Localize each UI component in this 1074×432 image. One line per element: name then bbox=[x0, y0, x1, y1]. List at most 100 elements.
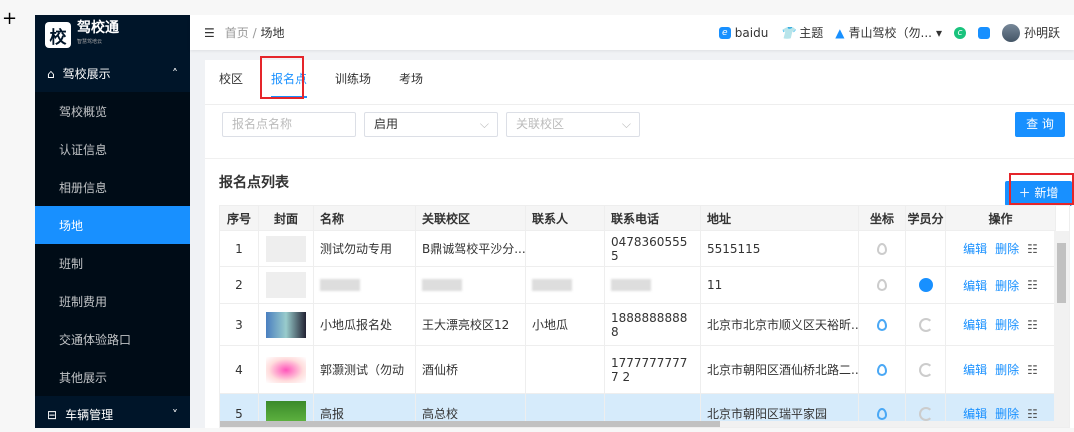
cell-campus: 酒仙桥 bbox=[416, 346, 526, 393]
cell-text: 11 bbox=[707, 278, 723, 292]
logo-name: 驾校通 bbox=[77, 20, 119, 36]
shield-icon[interactable]: c bbox=[953, 26, 966, 39]
app-window: 校 驾校通 智慧驾培云 ⌂ 驾校展示 ˄ 驾校概览 认证信息 相册信息 场地 班制 班… bbox=[35, 15, 1074, 428]
campus-select[interactable]: 关联校区 ⌵ bbox=[506, 112, 640, 137]
user-menu[interactable]: 孙明跃 bbox=[1001, 23, 1060, 42]
location-pin-icon[interactable] bbox=[877, 318, 887, 331]
cell-cover bbox=[259, 267, 314, 303]
edit-link[interactable]: 编辑 bbox=[963, 316, 987, 333]
cell-campus: 王大漂亮校区12 bbox=[416, 304, 526, 345]
table-row[interactable]: 3 小地瓜报名处 王大漂亮校区12 小地瓜 18888888888 北京市北京市顺义区天裕… bbox=[220, 304, 1056, 346]
location-pin-icon[interactable] bbox=[877, 242, 887, 255]
status-value: 启用 bbox=[374, 117, 399, 131]
cell-text: 郭灏测试（勿动 bbox=[320, 363, 405, 377]
cell-text: 高报 bbox=[320, 407, 345, 421]
menu-fold-icon[interactable]: ☰ bbox=[204, 26, 215, 40]
school-name: 青山驾校（勿... bbox=[848, 26, 932, 40]
sidebar-item-class-fee[interactable]: 班制费用 bbox=[35, 282, 190, 320]
shirt-icon: 👕 bbox=[780, 25, 796, 40]
menu-group-school-display[interactable]: ⌂ 驾校展示 ˄ bbox=[35, 55, 190, 92]
edit-link[interactable]: 编辑 bbox=[963, 361, 987, 378]
column-header-coord: 坐标 bbox=[859, 206, 906, 230]
qrcode-icon[interactable]: ☷ bbox=[1027, 318, 1038, 332]
breadcrumb-home[interactable]: 首页 bbox=[225, 26, 249, 40]
cell-cover bbox=[259, 304, 314, 345]
cell-phone: 18888888888 bbox=[605, 304, 701, 345]
student-toggle[interactable] bbox=[918, 317, 933, 332]
column-header-student: 学员分 bbox=[906, 206, 946, 230]
edit-link[interactable]: 编辑 bbox=[963, 240, 987, 257]
sidebar-item-overview[interactable]: 驾校概览 bbox=[35, 92, 190, 130]
table-row[interactable]: 1 测试勿动专用 B鼎诚驾校平沙分... 04783605555 5515115 编辑 删除… bbox=[220, 231, 1056, 267]
name-search-input[interactable]: 报名点名称 bbox=[222, 112, 356, 137]
qrcode-icon[interactable]: ☷ bbox=[1027, 363, 1038, 377]
location-pin-icon[interactable] bbox=[877, 407, 887, 420]
tab-campus[interactable]: 校区 bbox=[205, 60, 257, 104]
baidu-link[interactable]: e baidu bbox=[718, 26, 768, 40]
delete-link[interactable]: 删除 bbox=[995, 405, 1019, 422]
table-row[interactable]: 2 11 编辑 删除 ☷ bbox=[220, 267, 1056, 304]
qrcode-icon[interactable]: ☷ bbox=[1027, 242, 1038, 256]
column-header-campus: 关联校区 bbox=[416, 206, 526, 230]
user-name: 孙明跃 bbox=[1023, 26, 1060, 40]
sidebar-item-album[interactable]: 相册信息 bbox=[35, 168, 190, 206]
school-switcher[interactable]: ▲ 青山驾校（勿... ▾ bbox=[835, 24, 942, 41]
horizontal-scrollbar[interactable] bbox=[220, 421, 1056, 427]
tab-exam-ground[interactable]: 考场 bbox=[385, 60, 437, 104]
query-button[interactable]: 查 询 bbox=[1015, 112, 1065, 137]
menu-group-vehicle[interactable]: ⊟ 车辆管理 ˅ bbox=[35, 396, 190, 428]
cell-no: 1 bbox=[220, 231, 259, 266]
chevron-down-icon: ˅ bbox=[172, 407, 178, 422]
sidebar-item-traffic[interactable]: 交通体验路口 bbox=[35, 320, 190, 358]
cell-cover bbox=[259, 231, 314, 266]
location-pin-icon[interactable] bbox=[877, 363, 887, 376]
cell-text: 3 bbox=[235, 317, 243, 332]
qrcode-icon[interactable]: ☷ bbox=[1027, 278, 1038, 292]
cell-coord bbox=[859, 267, 906, 303]
highlight-box bbox=[1009, 173, 1074, 205]
edit-link[interactable]: 编辑 bbox=[963, 277, 987, 294]
delete-link[interactable]: 删除 bbox=[995, 361, 1019, 378]
cell-address: 北京市朝阳区酒仙桥北路二... bbox=[701, 346, 859, 393]
sidebar-item-class[interactable]: 班制 bbox=[35, 244, 190, 282]
cell-address: 5515115 bbox=[701, 231, 859, 266]
cell-text: 测试勿动专用 bbox=[320, 242, 393, 256]
edit-link[interactable]: 编辑 bbox=[963, 405, 987, 422]
sidebar-item-venue[interactable]: 场地 bbox=[35, 206, 190, 244]
delete-link[interactable]: 删除 bbox=[995, 277, 1019, 294]
theme-button[interactable]: 👕 主题 bbox=[780, 24, 823, 41]
tab-training-ground[interactable]: 训练场 bbox=[321, 60, 385, 104]
cell-text: 北京市朝阳区酒仙桥北路二... bbox=[707, 363, 859, 377]
table-row[interactable]: 4 郭灏测试（勿动 酒仙桥 17777777777 2 北京市朝阳区酒仙桥北路二... 编… bbox=[220, 346, 1056, 394]
breadcrumb-separator: / bbox=[252, 26, 257, 40]
location-pin-icon[interactable] bbox=[877, 279, 887, 291]
student-toggle[interactable] bbox=[918, 362, 933, 377]
cell-coord bbox=[859, 304, 906, 345]
monitor-icon[interactable] bbox=[977, 26, 990, 39]
student-toggle[interactable] bbox=[918, 406, 933, 421]
tab-bar: 校区 报名点 训练场 考场 bbox=[205, 60, 1074, 105]
student-toggle[interactable] bbox=[918, 278, 933, 292]
column-header-actions: 操作 bbox=[946, 206, 1056, 230]
school-icon: ▲ bbox=[835, 25, 845, 40]
qrcode-icon[interactable]: ☷ bbox=[1027, 407, 1038, 421]
status-select[interactable]: 启用 ⌵ bbox=[364, 112, 498, 137]
delete-link[interactable]: 删除 bbox=[995, 240, 1019, 257]
browser-icon: e bbox=[718, 26, 731, 39]
sidebar-item-certification[interactable]: 认证信息 bbox=[35, 130, 190, 168]
cell-contact: 小地瓜 bbox=[526, 304, 605, 345]
cell-phone: 17777777777 2 bbox=[605, 346, 701, 393]
sidebar-item-other[interactable]: 其他展示 bbox=[35, 358, 190, 396]
redacted-block bbox=[320, 279, 360, 291]
top-header: ☰ 首页 / 场地 e baidu 👕 主题 ▲ 青山驾校（勿... ▾ c 孙明跃 bbox=[190, 15, 1074, 50]
cell-phone bbox=[605, 267, 701, 303]
cell-phone: 04783605555 bbox=[605, 231, 701, 266]
logo-mark: 校 bbox=[45, 22, 71, 48]
cell-student bbox=[906, 231, 946, 266]
cell-text: 5515115 bbox=[707, 241, 761, 256]
vertical-scrollbar[interactable] bbox=[1054, 231, 1069, 427]
highlight-box bbox=[260, 56, 304, 99]
caret-down-icon: ▾ bbox=[935, 25, 942, 40]
delete-link[interactable]: 删除 bbox=[995, 316, 1019, 333]
campus-placeholder: 关联校区 bbox=[516, 117, 565, 131]
